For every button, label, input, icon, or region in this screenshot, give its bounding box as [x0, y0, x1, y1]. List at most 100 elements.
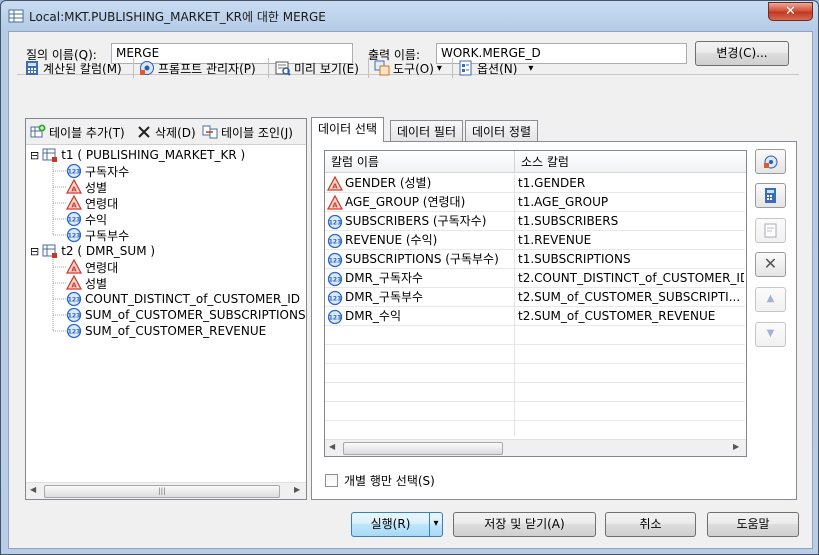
column-name-text: SUBSCRIPTIONS (구독부수) — [345, 252, 499, 266]
move-up-button[interactable]: ▲ — [755, 287, 786, 312]
save-and-close-button[interactable]: 저장 및 닫기(A) — [453, 512, 596, 537]
tree-column-node[interactable]: A 연령대 — [65, 258, 118, 275]
collapse-icon[interactable]: ⊟ — [30, 149, 39, 162]
tab-filter-data[interactable]: 데이터 필터 — [390, 120, 464, 142]
svg-text:A: A — [332, 201, 338, 209]
scrollbar-thumb[interactable]: ||| — [44, 485, 280, 498]
scroll-left-icon[interactable]: ◀ — [329, 442, 335, 451]
tree-column-node[interactable]: 123 COUNT_DISTINCT_of_CUSTOMER_ID — [66, 291, 300, 307]
svg-text:123: 123 — [329, 314, 342, 321]
toolbar-separator — [268, 58, 269, 78]
scroll-right-icon[interactable]: ▶ — [733, 442, 739, 451]
grid-horizontal-scrollbar[interactable]: ◀ ▶ — [325, 439, 746, 456]
grid-row[interactable]: 123 SUBSCRIBERS (구독자수) t1.SUBSCRIBERS — [325, 212, 745, 231]
svg-text:123: 123 — [68, 329, 81, 336]
preview-button[interactable]: 미리 보기(E) — [275, 58, 359, 78]
tree-column-node[interactable]: 123 구독부수 — [66, 227, 129, 243]
svg-text:123: 123 — [68, 233, 81, 240]
column-name-cell[interactable]: A AGE_GROUP (연령대) — [327, 193, 513, 212]
tree-table-node[interactable]: ⊟ t1 ( PUBLISHING_MARKET_KR ) — [30, 147, 245, 163]
delete-button[interactable]: 삭제(D) — [136, 122, 196, 142]
delete-column-button[interactable]: ✕ — [755, 252, 786, 277]
tree-column-node[interactable]: A 성별 — [65, 274, 108, 291]
tab-sort-data[interactable]: 데이터 정렬 — [465, 120, 539, 142]
tree-horizontal-scrollbar[interactable]: ◀ ||| ▶ — [26, 482, 306, 499]
preview-icon — [275, 60, 291, 76]
tools-menu[interactable]: 도구(O) ▾ — [374, 58, 442, 78]
help-button[interactable]: 도움말 — [707, 512, 799, 537]
tree-table-node[interactable]: ⊟ t2 ( DMR_SUM ) — [30, 243, 155, 259]
character-column-icon: A — [65, 274, 83, 291]
column-name-cell[interactable]: 123 DMR_수익 — [327, 307, 513, 326]
tree-column-node[interactable]: 123 SUM_of_CUSTOMER_SUBSCRIPTIONS — [66, 307, 306, 323]
options-menu[interactable]: 옵션(N) ▾ — [458, 58, 533, 78]
svg-text:123: 123 — [329, 276, 342, 283]
grid-row[interactable]: 123 DMR_수익 t2.SUM_of_CUSTOMER_REVENUE — [325, 307, 745, 326]
arrow-up-icon: ▲ — [766, 293, 775, 304]
scroll-left-icon[interactable]: ◀ — [30, 485, 36, 494]
column-name-text: REVENUE (수익) — [345, 233, 438, 247]
grid-empty-row — [325, 345, 745, 364]
tree-column-node[interactable]: A 연령대 — [65, 194, 118, 211]
source-column-cell[interactable]: t1.AGE_GROUP — [518, 193, 744, 212]
column-name-cell[interactable]: 123 REVENUE (수익) — [327, 231, 513, 250]
column-header-name[interactable]: 칼럼 이름 — [325, 151, 515, 173]
calculator-icon — [24, 60, 40, 76]
collapse-icon[interactable]: ⊟ — [30, 245, 39, 258]
move-down-button[interactable]: ▼ — [755, 322, 786, 347]
source-column-cell[interactable]: t2.COUNT_DISTINCT_of_CUSTOMER_ID — [518, 269, 744, 288]
grid-row[interactable]: 123 DMR_구독자수 t2.COUNT_DISTINCT_of_CUSTOMER… — [325, 269, 745, 288]
distinct-rows-checkbox[interactable] — [325, 474, 338, 487]
grid-row[interactable]: 123 REVENUE (수익) t1.REVENUE — [325, 231, 745, 250]
source-column-cell[interactable]: t1.GENDER — [518, 174, 744, 193]
svg-text:123: 123 — [329, 257, 342, 264]
column-name-text: SUBSCRIBERS (구독자수) — [345, 214, 487, 228]
source-column-cell[interactable]: t1.REVENUE — [518, 231, 744, 250]
column-name-cell[interactable]: 123 SUBSCRIPTIONS (구독부수) — [327, 250, 513, 269]
column-name-cell[interactable]: 123 DMR_구독부수 — [327, 288, 513, 307]
edit-column-button[interactable] — [755, 218, 786, 243]
source-column-cell[interactable]: t1.SUBSCRIBERS — [518, 212, 744, 231]
scrollbar-thumb[interactable] — [343, 442, 503, 455]
column-header-source[interactable]: 소스 칼럼 — [515, 151, 746, 173]
close-button[interactable]: ✕ — [768, 2, 813, 21]
tree-column-node[interactable]: A 성별 — [65, 178, 107, 195]
dialog-body: 질의 이름(Q): MERGE 출력 이름: WORK.MERGE_D 변경(C… — [8, 31, 813, 549]
column-name-cell[interactable]: 123 DMR_구독자수 — [327, 269, 513, 288]
prompt-add-button[interactable] — [755, 149, 786, 174]
run-button[interactable]: 실행(R) — [351, 512, 430, 537]
tree-column-node[interactable]: 123 SUM_of_CUSTOMER_REVENUE — [66, 323, 266, 339]
change-output-button[interactable]: 변경(C)... — [695, 41, 789, 66]
tree-column-node[interactable]: 123 구독자수 — [66, 163, 129, 179]
svg-text:123: 123 — [68, 313, 81, 320]
character-column-icon: A — [327, 175, 344, 192]
prompt-manager-button[interactable]: 프롬프트 관리자(P) — [139, 58, 256, 78]
add-table-button[interactable]: 테이블 추가(T) — [30, 122, 125, 142]
tab-select-data[interactable]: 데이터 선택 — [311, 117, 385, 142]
cancel-button[interactable]: 취소 — [605, 512, 696, 537]
tree-column-node[interactable]: 123 수익 — [66, 211, 107, 227]
grid-row[interactable]: 123 SUBSCRIPTIONS (구독부수) t1.SUBSCRIPTIONS — [325, 250, 745, 269]
column-name-text: AGE_GROUP (연령대) — [345, 195, 466, 209]
grid-row[interactable]: A GENDER (성별) t1.GENDER — [325, 174, 745, 193]
svg-text:123: 123 — [68, 169, 81, 176]
run-dropdown-button[interactable]: ▾ — [429, 512, 443, 537]
join-tables-button[interactable]: 테이블 조인(J) — [202, 122, 293, 142]
computed-column-button[interactable] — [755, 183, 786, 208]
prompt-manager-label: 프롬프트 관리자(P) — [158, 61, 256, 76]
tree-node-label: 수익 — [85, 212, 108, 227]
column-name-cell[interactable]: A GENDER (성별) — [327, 174, 513, 193]
grid-row[interactable]: A AGE_GROUP (연령대) t1.AGE_GROUP — [325, 193, 745, 212]
computed-columns-button[interactable]: 계산된 칼럼(M) — [24, 58, 122, 78]
distinct-rows-label: 개별 행만 선택(S) — [344, 474, 435, 488]
source-column-cell[interactable]: t1.SUBSCRIPTIONS — [518, 250, 744, 269]
grid-row[interactable]: 123 DMR_구독부수 t2.SUM_of_CUSTOMER_SUBSCRIPTI… — [325, 288, 745, 307]
column-name-cell[interactable]: 123 SUBSCRIBERS (구독자수) — [327, 212, 513, 231]
source-column-cell[interactable]: t2.SUM_of_CUSTOMER_SUBSCRIPTI... — [518, 288, 744, 307]
tree-node-label: 성별 — [85, 276, 108, 291]
title-bar[interactable]: Local:MKT.PUBLISHING_MARKET_KR에 대한 MERGE… — [1, 1, 818, 31]
source-column-cell[interactable]: t2.SUM_of_CUSTOMER_REVENUE — [518, 307, 744, 326]
numeric-column-icon: 123 — [66, 323, 82, 339]
scroll-right-icon[interactable]: ▶ — [294, 485, 300, 494]
delete-label: 삭제(D) — [155, 125, 196, 140]
